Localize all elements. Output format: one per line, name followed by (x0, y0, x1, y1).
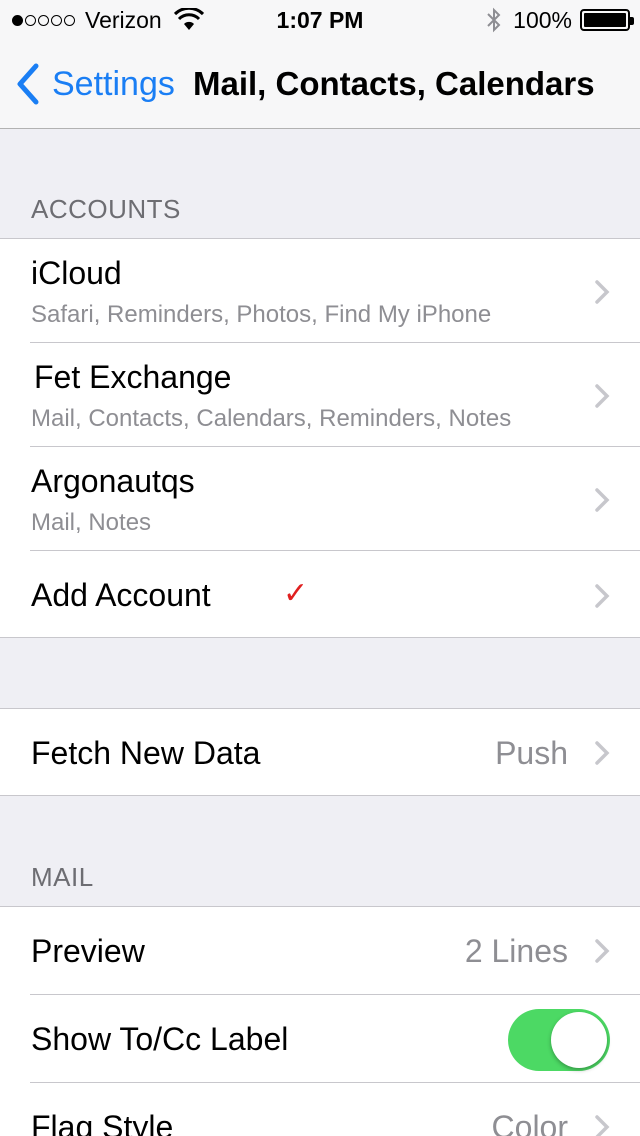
account-subtitle: Mail, Contacts, Calendars, Reminders, No… (31, 405, 512, 432)
chevron-left-icon (17, 63, 39, 105)
flag-style-value: Color (491, 1109, 568, 1136)
add-account-row[interactable]: Add Account ✓ (0, 551, 640, 637)
checkmark-icon: ✓ (283, 576, 309, 611)
accounts-group: iCloud Safari, Reminders, Photos, Find M… (0, 238, 640, 638)
chevron-right-icon (595, 584, 610, 608)
section-header-accounts: ACCOUNTS (31, 194, 181, 224)
mail-group: Preview 2 Lines Show To/Cc Label Flag St… (0, 906, 640, 1136)
account-title: iCloud (31, 255, 122, 291)
account-subtitle: Safari, Reminders, Photos, Find My iPhon… (31, 301, 492, 328)
account-subtitle: Mail, Notes (31, 509, 152, 536)
preview-label: Preview (31, 933, 145, 969)
account-title: Fet Exchange (34, 359, 232, 395)
account-row-icloud[interactable]: iCloud Safari, Reminders, Photos, Find M… (0, 239, 640, 343)
chevron-right-icon (595, 384, 610, 408)
fetch-new-data-value: Push (495, 735, 568, 771)
status-bar: Verizon 1:07 PM 100% (0, 0, 640, 40)
section-header-mail: MAIL (31, 862, 94, 892)
battery-percent: 100% (513, 7, 572, 33)
status-right: 100% (485, 6, 634, 34)
fetch-new-data-label: Fetch New Data (31, 735, 261, 771)
account-title: Argonautqs (31, 463, 195, 499)
preview-value: 2 Lines (464, 933, 568, 969)
show-tocc-label: Show To/Cc Label (31, 1021, 289, 1057)
flag-style-row[interactable]: Flag Style Color (0, 1083, 640, 1136)
preview-row[interactable]: Preview 2 Lines (0, 907, 640, 995)
chevron-right-icon (595, 280, 610, 304)
show-tocc-row: Show To/Cc Label (0, 995, 640, 1083)
fetch-new-data-row[interactable]: Fetch New Data Push (0, 709, 640, 795)
bluetooth-icon (487, 7, 501, 33)
chevron-right-icon (595, 488, 610, 512)
chevron-right-icon (595, 1115, 610, 1136)
add-account-label: Add Account (31, 577, 211, 613)
navigation-bar: Settings Mail, Contacts, Calendars (0, 40, 640, 129)
account-row-fet-exchange[interactable]: Fet Exchange Mail, Contacts, Calendars, … (0, 343, 640, 447)
page-title: Mail, Contacts, Calendars (193, 65, 595, 102)
fetch-group: Fetch New Data Push (0, 708, 640, 796)
chevron-right-icon (595, 741, 610, 765)
account-row-argonautqs[interactable]: Argonautqs Mail, Notes (0, 447, 640, 551)
chevron-right-icon (595, 939, 610, 963)
battery-icon (580, 9, 634, 31)
show-tocc-toggle[interactable] (508, 1009, 610, 1071)
back-label: Settings (52, 64, 175, 103)
back-button[interactable]: Settings (14, 62, 175, 106)
battery-fill (584, 13, 626, 27)
flag-style-label: Flag Style (31, 1109, 174, 1136)
toggle-knob (551, 1012, 607, 1068)
